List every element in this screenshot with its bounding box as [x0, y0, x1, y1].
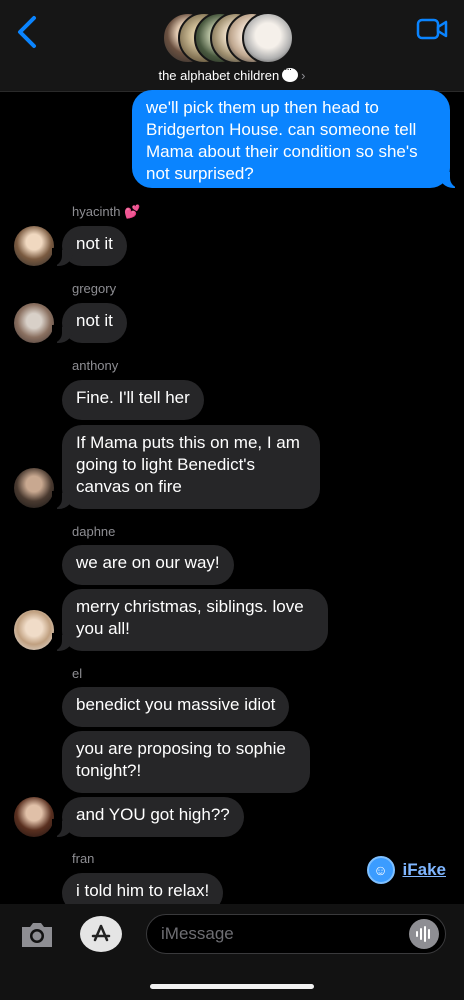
audio-record-button[interactable] [409, 919, 439, 949]
message-text: benedict you massive idiot [76, 695, 276, 714]
sender-name: gregory [72, 281, 117, 296]
avatar[interactable] [14, 468, 54, 508]
message-field[interactable] [146, 914, 446, 954]
sender-name: hyacinth 💕 [72, 204, 141, 219]
ifake-logo-icon: ☺ [366, 856, 395, 884]
group-member-avatar [242, 12, 294, 64]
conversation-header: the alphabet children › [0, 0, 464, 92]
message-bubble-incoming[interactable]: Fine. I'll tell her [62, 380, 204, 420]
avatar[interactable] [14, 226, 54, 266]
ifake-watermark: ☺ iFake [366, 856, 446, 884]
app-store-icon [91, 924, 111, 942]
message-text: we'll pick them up then head to Bridgert… [146, 98, 418, 183]
back-button[interactable] [14, 14, 44, 50]
group-name: the alphabet children [158, 68, 280, 83]
message-bubble-incoming[interactable]: not it [52, 303, 127, 343]
chevron-right-icon: › [301, 68, 306, 83]
heart-emoji: 💕 [124, 204, 141, 219]
avatar[interactable] [14, 610, 54, 650]
chat-bubble-icon [282, 64, 299, 82]
message-bubble-incoming[interactable]: you are proposing to sophie tonight?! [62, 731, 310, 793]
message-text: merry christmas, siblings. love you all! [76, 597, 304, 638]
audio-waveform-icon [416, 926, 430, 942]
message-text: we are on our way! [76, 553, 220, 572]
message-text: i told him to relax! [76, 881, 210, 900]
message-bubble-outgoing[interactable]: we'll pick them up then head to Bridgert… [132, 90, 460, 188]
avatar[interactable] [14, 797, 54, 837]
video-camera-icon [416, 18, 448, 40]
sender-name: el [72, 666, 83, 681]
app-store-button[interactable] [80, 916, 122, 952]
camera-button[interactable] [18, 918, 56, 950]
home-indicator [150, 984, 314, 989]
message-bubble-incoming[interactable]: benedict you massive idiot [62, 687, 290, 727]
sender-name: daphne [72, 524, 116, 539]
avatar[interactable] [14, 303, 54, 343]
message-bubble-incoming[interactable]: merry christmas, siblings. love you all! [52, 589, 328, 651]
watermark-text: iFake [402, 860, 446, 879]
message-text: you are proposing to sophie tonight?! [76, 739, 286, 780]
message-text: and YOU got high?? [76, 805, 230, 824]
message-bubble-incoming[interactable]: not it [52, 226, 127, 266]
message-bubble-incoming[interactable]: If Mama puts this on me, I am going to l… [52, 425, 320, 509]
message-text: not it [76, 311, 113, 330]
message-bubble-incoming[interactable]: and YOU got high?? [52, 797, 244, 837]
message-bubble-incoming[interactable]: we are on our way! [62, 545, 234, 585]
message-list: we'll pick them up then head to Bridgert… [0, 90, 464, 913]
group-avatar-stack[interactable] [162, 12, 302, 64]
camera-icon [22, 923, 52, 947]
sender-name: fran [72, 851, 95, 866]
group-name-row[interactable]: the alphabet children › [0, 64, 464, 83]
sender-name: anthony [72, 358, 119, 373]
video-call-button[interactable] [416, 16, 448, 42]
message-text: not it [76, 234, 113, 253]
message-text: Fine. I'll tell her [76, 388, 190, 407]
chevron-left-icon [18, 16, 36, 48]
message-input[interactable] [161, 915, 391, 953]
message-text: If Mama puts this on me, I am going to l… [76, 433, 300, 496]
